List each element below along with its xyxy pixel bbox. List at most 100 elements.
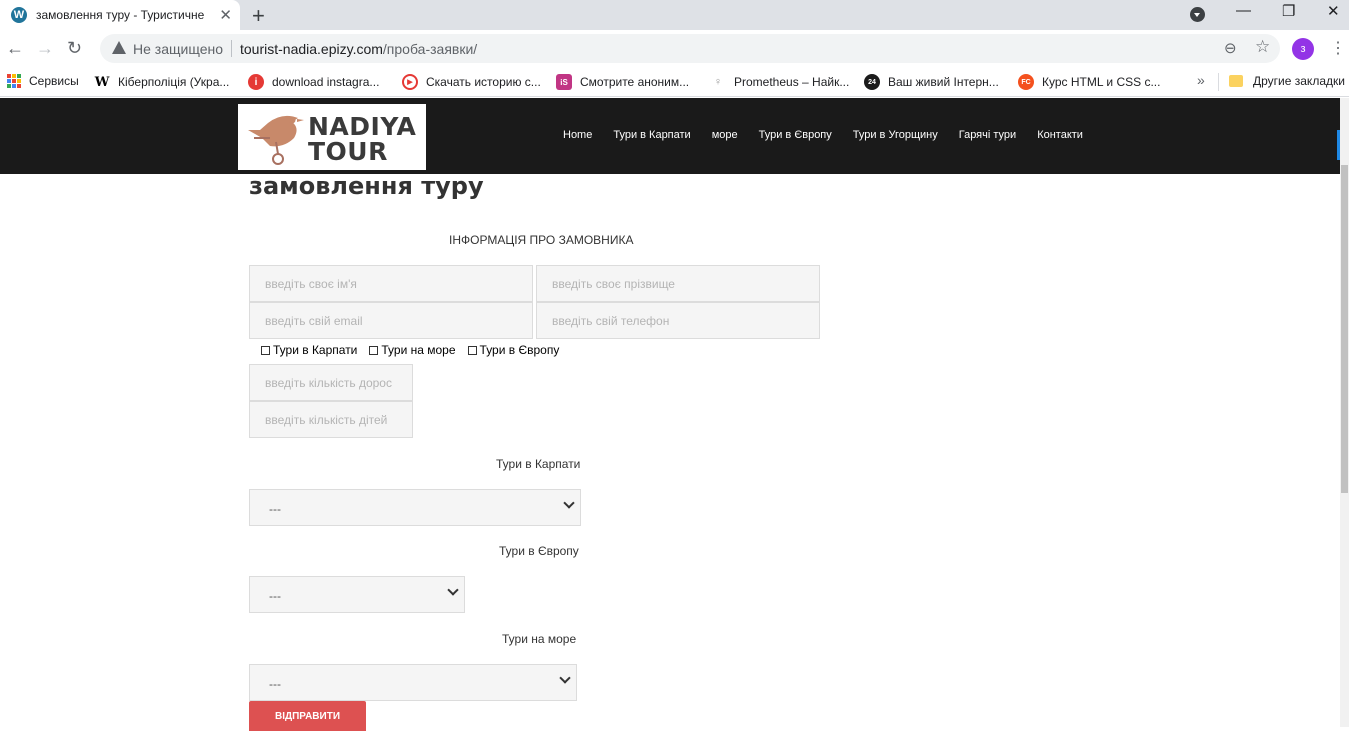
omnibox-separator xyxy=(231,40,232,57)
nav-carpathians[interactable]: Тури в Карпати xyxy=(613,129,690,141)
first-name-input[interactable] xyxy=(250,266,532,301)
chevron-down-icon xyxy=(559,672,571,684)
bookmark-prometheus[interactable]: ♀ Prometheus – Найк... xyxy=(710,74,849,90)
url-host: tourist-nadia.epizy.com xyxy=(240,41,383,57)
checkbox-sea[interactable]: Тури на море xyxy=(369,343,456,357)
checkbox-box[interactable] xyxy=(261,345,270,355)
browser-tab[interactable]: W замовлення туру - Туристичне агентство… xyxy=(0,0,240,30)
bookmarks-separator xyxy=(1218,73,1219,91)
carpathians-tour-select[interactable]: --- xyxy=(249,489,581,526)
page-title: замовлення туру xyxy=(249,172,484,200)
bookmark-download-instagram[interactable]: i download instagra... xyxy=(248,74,379,90)
checkbox-box[interactable] xyxy=(369,345,379,355)
bookmark-news24[interactable]: 24 Ваш живий Інтерн... xyxy=(864,74,999,90)
tab-search-icon[interactable] xyxy=(1190,7,1205,22)
scrollbar-thumb[interactable] xyxy=(1341,165,1348,493)
bookmark-html-css-course[interactable]: FC Курс HTML и CSS с... xyxy=(1018,74,1160,90)
bookmark-label: Кіберполіція (Укра... xyxy=(118,75,230,89)
phone-input[interactable] xyxy=(537,303,819,338)
back-arrow-icon[interactable]: ← xyxy=(6,38,24,59)
bookmark-watch-anon[interactable]: iS Смотрите аноним... xyxy=(556,74,689,90)
nav-home[interactable]: Home xyxy=(563,129,592,141)
bookmark-label: download instagra... xyxy=(272,75,380,89)
checkbox-label: Тури в Карпати xyxy=(273,343,358,357)
info-red-icon: i xyxy=(248,74,264,90)
email-input[interactable] xyxy=(250,303,532,338)
europe-tour-select[interactable]: --- xyxy=(249,576,465,613)
adults-count-input[interactable] xyxy=(250,365,412,400)
bird-logo-icon xyxy=(248,115,304,165)
close-window-button[interactable]: ✕ xyxy=(1327,2,1340,20)
site-logo[interactable]: NADIYA TOUR xyxy=(238,104,426,170)
bookmark-label: Скачать историю с... xyxy=(426,75,541,89)
checkbox-box[interactable] xyxy=(467,345,477,355)
chevron-down-icon xyxy=(563,497,575,509)
first-name-field[interactable] xyxy=(249,265,533,302)
adults-count-field[interactable] xyxy=(249,364,413,401)
last-name-field[interactable] xyxy=(536,265,820,302)
url-path: /проба-заявки/ xyxy=(382,41,478,57)
email-field[interactable] xyxy=(249,302,533,339)
wordpress-favicon-icon: W xyxy=(11,7,27,23)
bookmarks-overflow-icon[interactable]: » xyxy=(1197,72,1205,88)
sea-tour-select[interactable]: --- xyxy=(249,664,577,701)
checkbox-europe[interactable]: Тури в Європу xyxy=(467,343,559,357)
other-bookmarks[interactable]: Другие закладки xyxy=(1229,74,1345,88)
not-secure-warning-icon[interactable] xyxy=(112,41,126,54)
nav-contacts[interactable]: Контакти xyxy=(1037,129,1083,141)
tab-title: замовлення туру - Туристичне агентство xyxy=(36,8,206,22)
bookmark-cyberpolice[interactable]: W Кіберполіція (Укра... xyxy=(94,74,230,90)
other-bookmarks-label: Другие закладки xyxy=(1253,74,1345,88)
instagram-story-icon: iS xyxy=(556,74,572,90)
fc-icon: FC xyxy=(1018,74,1034,90)
bookmark-star-icon[interactable]: ☆ xyxy=(1255,37,1270,57)
carpathians-select-label: Тури в Карпати xyxy=(496,457,581,471)
tour-type-checkboxes: Тури в Карпати Тури на море Тури в Європ… xyxy=(261,343,571,357)
select-value: --- xyxy=(269,589,281,603)
bookmark-services[interactable]: Сервисы xyxy=(7,74,79,88)
apps-grid-icon xyxy=(7,74,21,88)
news24-icon: 24 xyxy=(864,74,880,90)
wikipedia-icon: W xyxy=(94,74,110,90)
select-value: --- xyxy=(269,502,281,516)
zoom-icon[interactable]: ⊖ xyxy=(1224,39,1237,57)
nav-sea[interactable]: море xyxy=(712,129,738,141)
last-name-input[interactable] xyxy=(537,266,819,301)
address-bar[interactable]: Не защищено tourist-nadia.epizy.com/проб… xyxy=(100,34,1280,63)
forward-arrow-icon[interactable]: → xyxy=(36,38,54,59)
reload-icon[interactable]: ↻ xyxy=(67,38,82,59)
tab-close-icon[interactable]: ✕ xyxy=(219,6,232,24)
browser-tab-strip: W замовлення туру - Туристичне агентство… xyxy=(0,0,1349,30)
bookmark-label: Ваш живий Інтерн... xyxy=(888,75,999,89)
not-secure-label[interactable]: Не защищено xyxy=(133,41,223,57)
europe-select-label: Тури в Європу xyxy=(499,544,579,558)
checkbox-carpathians[interactable]: Тури в Карпати xyxy=(261,343,357,357)
play-circle-icon: ▶ xyxy=(402,74,418,90)
logo-text-line2: TOUR xyxy=(308,137,388,166)
bookmark-download-story[interactable]: ▶ Скачать историю с... xyxy=(402,74,541,90)
bookmark-label: Prometheus – Найк... xyxy=(734,75,850,89)
folder-icon xyxy=(1229,75,1243,87)
children-count-field[interactable] xyxy=(249,401,413,438)
customer-info-heading: ІНФОРМАЦІЯ ПРО ЗАМОВНИКА xyxy=(449,233,634,247)
profile-avatar[interactable]: з xyxy=(1292,38,1314,60)
bookmark-label: Смотрите аноним... xyxy=(580,75,690,89)
browser-menu-icon[interactable]: ⋮ xyxy=(1330,38,1346,58)
new-tab-button[interactable]: + xyxy=(252,3,265,29)
minimize-button[interactable]: — xyxy=(1236,2,1251,19)
main-nav: Home Тури в Карпати море Тури в Європу Т… xyxy=(563,129,1104,141)
children-count-input[interactable] xyxy=(250,402,412,437)
url-text[interactable]: tourist-nadia.epizy.com/проба-заявки/ xyxy=(240,41,477,57)
bookmarks-bar: Сервисы W Кіберполіція (Укра... i downlo… xyxy=(0,67,1349,97)
select-value: --- xyxy=(269,677,281,691)
phone-field[interactable] xyxy=(536,302,820,339)
nav-hot-tours[interactable]: Гарячі тури xyxy=(959,129,1016,141)
chevron-down-icon xyxy=(447,584,459,596)
bookmark-label: Курс HTML и CSS с... xyxy=(1042,75,1161,89)
restore-button[interactable]: ❐ xyxy=(1282,2,1295,20)
nav-europe[interactable]: Тури в Європу xyxy=(759,129,832,141)
nav-hungary[interactable]: Тури в Угорщину xyxy=(853,129,938,141)
sea-select-label: Тури на море xyxy=(502,632,577,646)
site-header: NADIYA TOUR Home Тури в Карпати море Тур… xyxy=(0,98,1340,174)
bookmark-label: Сервисы xyxy=(29,74,79,88)
